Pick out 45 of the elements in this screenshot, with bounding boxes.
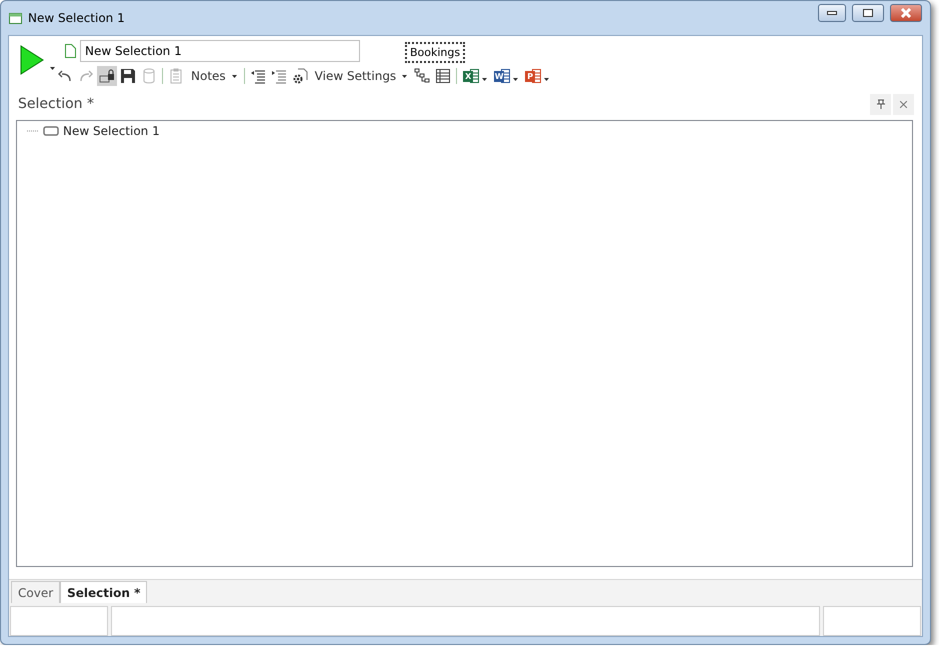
close-icon <box>900 100 907 108</box>
dropdown-menu-button[interactable]: Notes <box>187 66 241 86</box>
export-button[interactable]: X <box>460 66 490 86</box>
tree-connector <box>27 130 39 132</box>
close-icon <box>900 8 912 18</box>
document-icon <box>65 44 76 58</box>
tree-item[interactable]: New Selection 1 <box>63 124 160 138</box>
caret-icon <box>482 78 488 80</box>
tab[interactable]: Selection * <box>60 581 148 603</box>
export-button[interactable]: P <box>522 66 552 86</box>
gear-icon <box>292 68 308 84</box>
export-button[interactable]: W <box>491 66 522 86</box>
window-title: New Selection 1 <box>28 11 126 25</box>
pin-button[interactable] <box>870 94 891 114</box>
name-field[interactable]: New Selection 1 <box>80 40 360 62</box>
caret-icon <box>232 74 237 78</box>
tree-icon <box>414 68 430 84</box>
redo-icon <box>78 68 94 84</box>
lock-icon <box>99 68 115 84</box>
cylinder-icon <box>141 68 157 84</box>
indent-icon <box>270 68 287 84</box>
close-button[interactable] <box>890 4 922 22</box>
tooltip: Bookings <box>405 42 466 63</box>
undo-icon <box>57 68 73 84</box>
table-icon <box>435 68 452 84</box>
save-icon <box>120 68 136 84</box>
panel-title: Selection * <box>18 96 95 112</box>
tab[interactable]: Cover <box>11 581 60 603</box>
maximize-icon <box>863 9 873 17</box>
pin-icon <box>876 99 884 109</box>
clipboard-icon <box>168 68 184 84</box>
caret-icon <box>513 78 518 80</box>
caret-icon <box>50 66 54 70</box>
lock-button[interactable] <box>97 66 117 86</box>
node-icon <box>43 126 59 136</box>
save-button[interactable] <box>118 66 138 86</box>
window-icon <box>9 12 22 24</box>
minimize-button[interactable] <box>818 4 846 22</box>
close-button[interactable] <box>893 94 914 114</box>
outdent-icon <box>250 68 266 84</box>
caret-icon <box>402 74 408 78</box>
minimize-icon <box>827 11 837 15</box>
caret-icon <box>544 78 550 80</box>
dropdown-menu-button[interactable]: View Settings <box>310 66 412 86</box>
maximize-button[interactable] <box>852 4 884 22</box>
